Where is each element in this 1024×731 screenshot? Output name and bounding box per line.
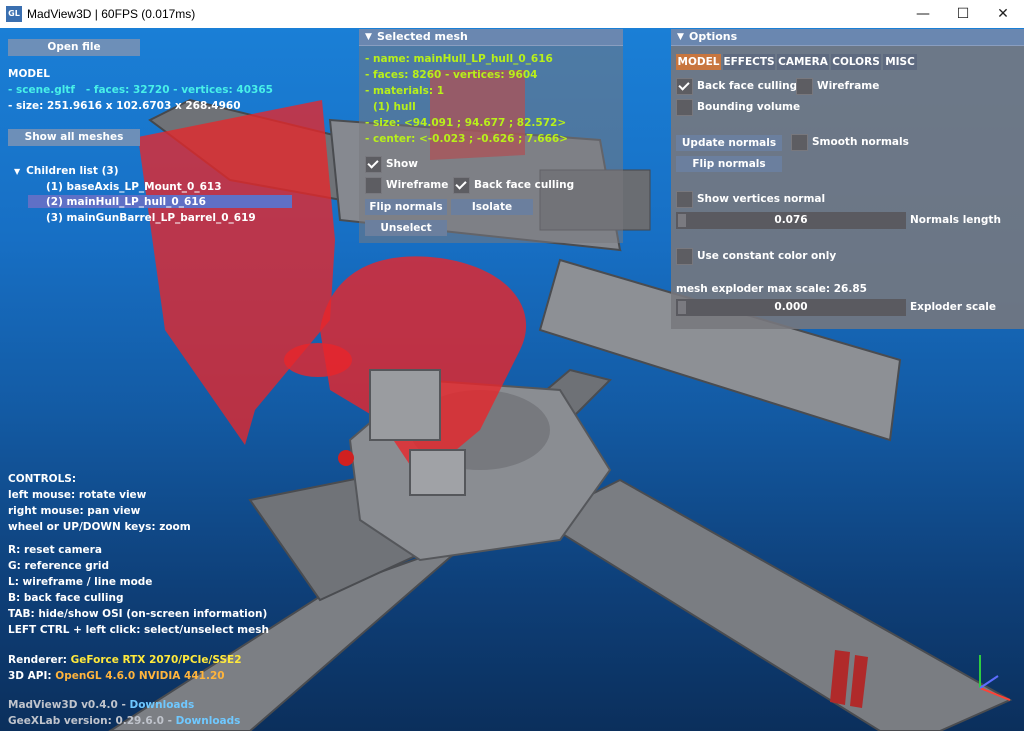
collapse-triangle-icon: ▼	[365, 32, 372, 42]
isolate-button[interactable]: Isolate	[451, 199, 533, 215]
control-line: right mouse: pan view	[8, 505, 141, 517]
mesh-materials: - materials: 1	[365, 85, 445, 97]
show-checkbox[interactable]	[365, 156, 382, 173]
flip-normals-button[interactable]: Flip normals	[676, 156, 782, 172]
mesh-material-item: (1) hull	[373, 101, 416, 113]
model-heading: MODEL	[8, 68, 50, 80]
smooth-normals-checkbox[interactable]	[791, 134, 808, 151]
unselect-button[interactable]: Unselect	[365, 220, 447, 236]
backface-culling-label: Back face culling	[697, 80, 798, 92]
control-line: L: wireframe / line mode	[8, 576, 153, 588]
api-label: 3D API:	[8, 670, 52, 682]
app-icon: GL	[6, 6, 22, 22]
mesh-backface-label: Back face culling	[474, 179, 575, 191]
selected-mesh-title: Selected mesh	[377, 30, 468, 43]
update-normals-button[interactable]: Update normals	[676, 135, 782, 151]
options-panel: ▼ Options MODEL EFFECTS CAMERA COLORS MI…	[671, 29, 1024, 329]
show-vertices-normal-checkbox[interactable]	[676, 191, 693, 208]
renderer-info: Renderer: GeForce RTX 2070/PCIe/SSE2	[8, 654, 242, 666]
downloads-link[interactable]: Downloads	[130, 699, 195, 711]
viewport-3d[interactable]: Open file MODEL - scene.gltf - faces: 32…	[0, 28, 1024, 731]
version-text: MadView3D v0.4.0 -	[8, 699, 126, 711]
geexlab-downloads-link[interactable]: Downloads	[176, 715, 241, 727]
constant-color-label: Use constant color only	[697, 250, 837, 262]
mesh-faces: - faces: 8260 - vertices: 9604	[365, 69, 538, 81]
normals-length-slider[interactable]: 0.076	[676, 212, 906, 229]
model-faces-vertices: - faces: 32720 - vertices: 40365	[85, 84, 273, 96]
child-item-3[interactable]: (3) mainGunBarrel_LP_barrel_0_619	[46, 212, 256, 224]
constant-color-checkbox[interactable]	[676, 248, 693, 265]
wireframe-label: Wireframe	[817, 80, 880, 92]
mesh-wireframe-checkbox[interactable]	[365, 177, 382, 194]
exploder-scale-label: Exploder scale	[910, 301, 997, 313]
title-bar: GL MadView3D | 60FPS (0.017ms) — ☐ ✕	[0, 0, 1024, 29]
tab-misc[interactable]: MISC	[883, 54, 917, 70]
child-item-1[interactable]: (1) baseAxis_LP_Mount_0_613	[46, 181, 222, 193]
collapse-triangle-icon: ▼	[677, 32, 684, 42]
tab-camera[interactable]: CAMERA	[777, 54, 829, 70]
open-file-button[interactable]: Open file	[8, 39, 140, 56]
show-vertices-normal-label: Show vertices normal	[697, 193, 826, 205]
selected-mesh-panel: ▼ Selected mesh - name: mainHull_LP_hull…	[359, 29, 623, 243]
normals-length-value: 0.076	[774, 214, 808, 226]
collapse-triangle-icon: ▼	[14, 167, 21, 176]
options-header[interactable]: ▼ Options	[671, 29, 1024, 46]
child-item-2[interactable]: (2) mainHull_LP_hull_0_616	[46, 196, 206, 208]
mesh-wireframe-label: Wireframe	[386, 179, 449, 191]
controls-heading: CONTROLS:	[8, 473, 77, 485]
exploder-scale-slider[interactable]: 0.000	[676, 299, 906, 316]
close-button[interactable]: ✕	[983, 0, 1023, 28]
backface-culling-checkbox[interactable]	[676, 78, 693, 95]
exploder-max-scale: mesh exploder max scale: 26.85	[676, 283, 867, 295]
model-file-name: - scene.gltf	[8, 84, 75, 96]
mesh-flip-normals-button[interactable]: Flip normals	[365, 199, 447, 215]
control-line: R: reset camera	[8, 544, 102, 556]
smooth-normals-label: Smooth normals	[812, 136, 909, 148]
children-list-label: Children list (3)	[26, 165, 119, 177]
model-size: - size: 251.9616 x 102.6703 x 268.4960	[8, 100, 241, 112]
tab-effects[interactable]: EFFECTS	[723, 54, 775, 70]
tab-model[interactable]: MODEL	[676, 54, 721, 70]
wireframe-checkbox[interactable]	[796, 78, 813, 95]
mesh-center: - center: <-0.023 ; -0.626 ; 7.666>	[365, 133, 568, 145]
window-title: MadView3D | 60FPS (0.017ms)	[27, 7, 196, 21]
api-info: 3D API: OpenGL 4.6.0 NVIDIA 441.20	[8, 670, 225, 682]
selected-mesh-header[interactable]: ▼ Selected mesh	[359, 29, 623, 46]
minimize-button[interactable]: —	[903, 0, 943, 28]
children-list-header[interactable]: ▼ Children list (3)	[14, 165, 119, 177]
normals-length-label: Normals length	[910, 214, 1001, 226]
control-line: left mouse: rotate view	[8, 489, 147, 501]
mesh-size: - size: <94.091 ; 94.677 ; 82.572>	[365, 117, 567, 129]
renderer-value: GeForce RTX 2070/PCIe/SSE2	[70, 654, 242, 666]
api-value: OpenGL 4.6.0 NVIDIA 441.20	[55, 670, 225, 682]
bounding-volume-checkbox[interactable]	[676, 99, 693, 116]
version-info: MadView3D v0.4.0 - Downloads	[8, 699, 194, 711]
maximize-button[interactable]: ☐	[943, 0, 983, 28]
mesh-backface-checkbox[interactable]	[453, 177, 470, 194]
geexlab-info: GeeXLab version: 0.29.6.0 - Downloads	[8, 715, 240, 727]
geexlab-text: GeeXLab version: 0.29.6.0 -	[8, 715, 172, 727]
show-label: Show	[386, 158, 418, 170]
show-all-meshes-button[interactable]: Show all meshes	[8, 129, 140, 146]
tab-colors[interactable]: COLORS	[831, 54, 881, 70]
options-title: Options	[689, 30, 738, 43]
control-line: wheel or UP/DOWN keys: zoom	[8, 521, 191, 533]
control-line: LEFT CTRL + left click: select/unselect …	[8, 624, 269, 636]
exploder-scale-value: 0.000	[774, 301, 808, 313]
model-info-line: - scene.gltf - faces: 32720 - vertices: …	[8, 84, 273, 96]
control-line: G: reference grid	[8, 560, 110, 572]
mesh-name: - name: mainHull_LP_hull_0_616	[365, 53, 553, 65]
bounding-volume-label: Bounding volume	[697, 101, 801, 113]
control-line: B: back face culling	[8, 592, 124, 604]
control-line: TAB: hide/show OSI (on-screen informatio…	[8, 608, 268, 620]
renderer-label: Renderer:	[8, 654, 67, 666]
